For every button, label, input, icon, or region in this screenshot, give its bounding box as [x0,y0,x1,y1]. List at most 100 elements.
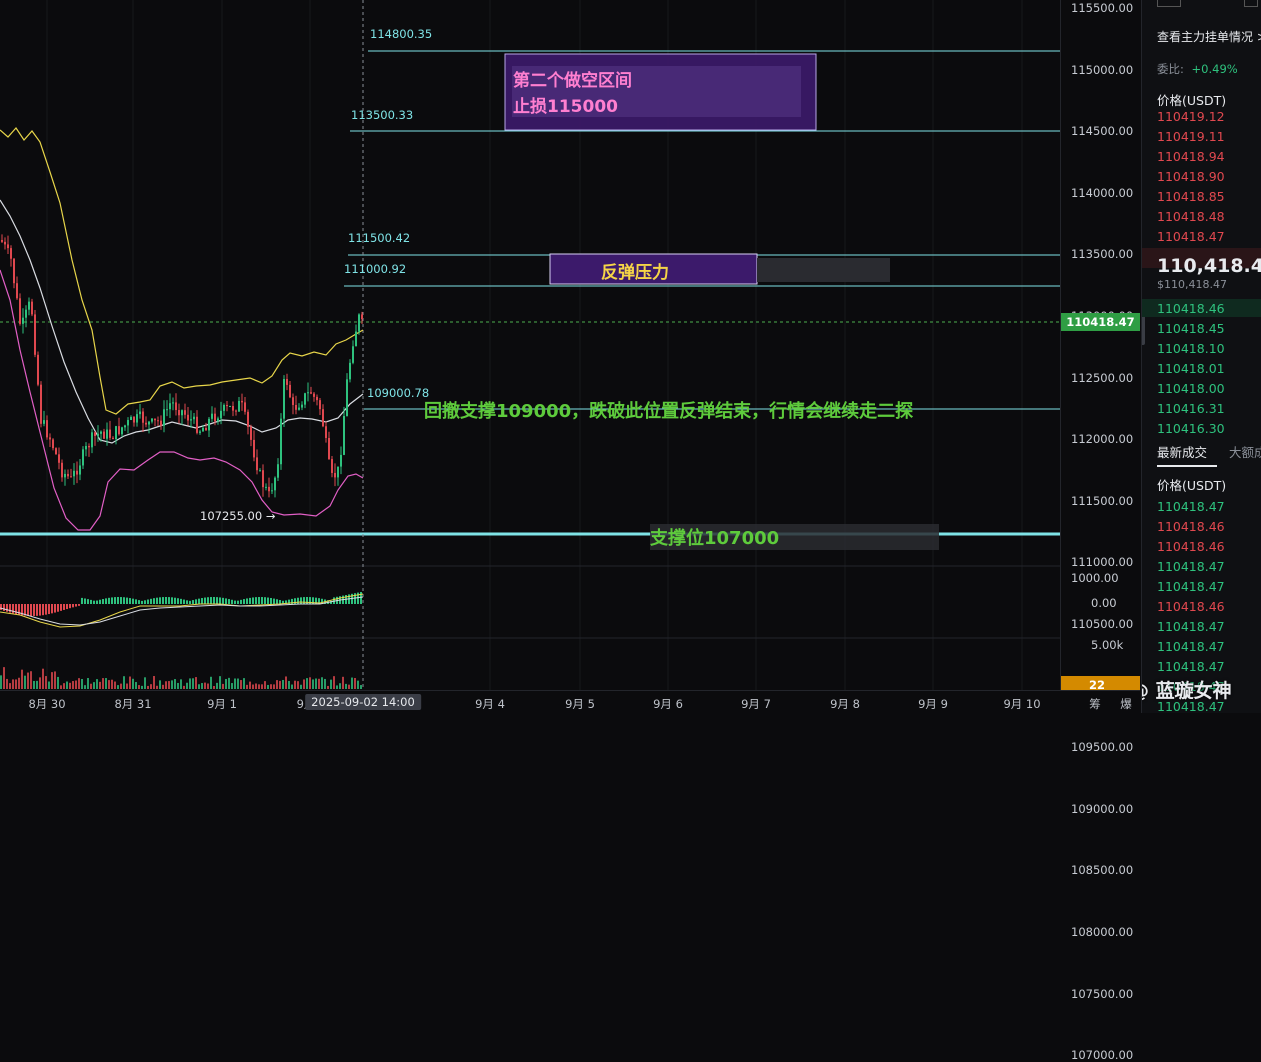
bid-row[interactable]: 110418.01 [1157,361,1225,376]
trade-row[interactable]: 110418.47 [1157,659,1225,674]
candle-body [205,427,207,431]
volume-bar [255,683,257,689]
ask-row[interactable]: 110418.90 [1157,169,1225,184]
ask-row[interactable]: 110418.47 [1157,229,1225,244]
price-column-header: 价格(USDT) [1157,93,1227,108]
level-label-113500: 113500.33 [351,108,414,122]
candle-body [121,427,123,435]
macd-bar [141,600,143,604]
volume-bar [54,671,56,689]
candle-body [118,426,120,435]
ask-row[interactable]: 110418.85 [1157,189,1225,204]
volume-bar [180,679,182,689]
crosshair-date-label: 2025-09-02 14:00 [305,694,421,710]
candle-body [343,415,345,455]
price-axis-label: 107000.00 [1071,1048,1134,1062]
order-book-header[interactable]: 查看主力挂单情况 > [1157,28,1261,45]
volume-bar [9,683,11,689]
macd-bar [174,597,176,604]
candle-body [325,426,327,439]
macd-bar [147,599,149,604]
bid-row[interactable]: 110418.00 [1157,381,1225,396]
volume-bar [237,678,239,689]
macd-bar [177,598,179,604]
bid-row[interactable]: 110416.31 [1157,401,1225,416]
volume-bar [186,682,188,689]
tab-large-trades[interactable]: 大额成 [1229,442,1261,461]
volume-bar [351,677,353,689]
macd-bar [270,597,272,604]
trade-row[interactable]: 110418.47 [1157,559,1225,574]
candle-body [34,314,36,355]
volume-bar [354,677,356,689]
macd-bar [156,597,158,604]
candle-body [10,248,12,259]
candle-body [328,438,330,460]
candlestick-chart[interactable]: 114800.35 113500.33 111500.42 111000.92 … [0,0,1060,690]
candle-body [196,416,198,433]
volume-bar [6,678,8,689]
trade-row[interactable]: 110418.47 [1157,499,1225,514]
layout-icon-2[interactable] [1244,0,1258,7]
volume-bar [51,672,53,689]
macd-bar [114,597,116,604]
candle-body [259,470,261,472]
bid-row[interactable]: 110418.46 [1157,301,1225,316]
macd-bar [186,600,188,604]
ask-row[interactable]: 110418.48 [1157,209,1225,224]
candle-body [337,466,339,478]
candle-body [211,413,213,419]
macd-bar [279,600,281,604]
trade-row[interactable]: 110418.46 [1157,519,1225,534]
volume-bar [111,679,113,689]
volume-bar [132,678,134,689]
candle-body [172,402,174,404]
macd-bar [219,597,221,604]
volume-bar [81,678,83,689]
date-axis-label: 9月 10 [1003,697,1041,711]
volume-bar [39,677,41,689]
trade-row[interactable]: 110418.46 [1157,599,1225,614]
tab-latest-trades[interactable]: 最新成交 [1157,442,1207,461]
macd-bar [207,597,209,604]
macd-bar [171,597,173,604]
candle-body [151,418,153,422]
candle-body [319,400,321,410]
bollinger-upper [0,127,364,415]
candle-body [160,420,162,426]
ask-row[interactable]: 110418.94 [1157,149,1225,164]
candle-body [271,490,273,492]
volume-bar [123,676,125,689]
bid-row[interactable]: 110418.10 [1157,341,1225,356]
trade-row[interactable]: 110418.47 [1157,579,1225,594]
candle-body [178,410,180,416]
trade-row[interactable]: 110418.47 [1157,639,1225,654]
layout-icon[interactable] [1157,0,1181,7]
price-axis-label: 111000.00 [1071,555,1134,570]
bid-row[interactable]: 110416.30 [1157,421,1225,436]
macd-bar [36,604,38,616]
volume-bar [228,677,230,689]
candle-body [52,439,54,449]
ask-row[interactable]: 110419.12 [1157,109,1225,124]
trade-row[interactable]: 110418.47 [1157,619,1225,634]
macd-bar [72,604,74,608]
volume-bar [339,683,341,689]
volume-bar [135,682,137,689]
price-axis-label: 107500.00 [1071,986,1134,1001]
candle-body [31,301,33,315]
volume-bar [114,681,116,689]
candle-body [79,465,81,475]
ask-row[interactable]: 110419.11 [1157,129,1225,144]
candle-body [82,449,84,466]
candle-body [103,431,105,439]
bid-row[interactable]: 110418.45 [1157,321,1225,336]
trade-row[interactable]: 110418.46 [1157,539,1225,554]
volume-bar [156,685,158,689]
macd-bar [102,599,104,604]
price-axis[interactable]: 115500.00 115000.00 114500.00 114000.00 1135… [1060,0,1141,1062]
volume-bar [102,678,104,689]
date-axis[interactable]: 8月 308月 319月 19月9月 49月 59月 69月 79月 89月 9… [0,690,1140,714]
candle-body [289,384,291,398]
price-axis-label: 109500.00 [1071,740,1134,755]
